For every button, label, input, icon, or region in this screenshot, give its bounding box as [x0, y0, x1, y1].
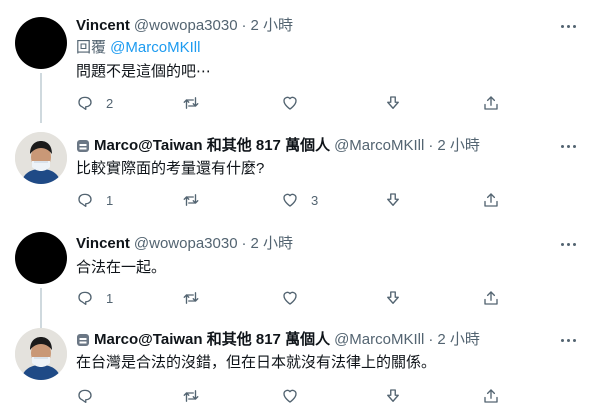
download-button[interactable] [384, 386, 402, 406]
reply-button[interactable]: 2 [76, 93, 113, 113]
reply-button[interactable]: 1 [76, 288, 113, 308]
reply-icon [78, 96, 92, 111]
share-icon [484, 389, 498, 403]
avatar[interactable] [15, 132, 67, 184]
tweet-text: 合法在一起。 [76, 259, 167, 276]
thread-line [40, 73, 42, 123]
tweet-actions: 1 3 [76, 190, 506, 210]
separator: · [428, 331, 434, 348]
timestamp[interactable]: 2 小時 [251, 16, 294, 36]
reply-context: 回覆 @MarcoMKIll [76, 38, 200, 58]
retweet-button[interactable] [182, 190, 212, 210]
author-handle[interactable]: @wowopa3030 [134, 234, 238, 254]
mention-link[interactable]: @MarcoMKIll [110, 39, 200, 56]
download-icon [387, 193, 399, 206]
tweet-header: Marco@Taiwan 和其他 817 萬個人 @MarcoMKIll · 2… [76, 136, 480, 156]
author-name[interactable]: Vincent [76, 234, 130, 254]
share-button[interactable] [482, 93, 500, 113]
separator: · [428, 137, 434, 154]
like-button[interactable]: 3 [281, 190, 318, 210]
heart-icon [283, 291, 297, 305]
timestamp[interactable]: 2 小時 [437, 330, 480, 350]
reply-count: 2 [106, 95, 114, 111]
separator: · [241, 235, 247, 252]
download-button[interactable] [384, 93, 402, 113]
heart-icon [283, 193, 297, 207]
reply-count: 1 [106, 192, 114, 208]
download-icon [387, 291, 399, 304]
tweet-actions: 1 [76, 288, 506, 308]
reply-icon [78, 389, 92, 404]
share-button[interactable] [482, 288, 500, 308]
tweet-1[interactable]: Vincent @wowopa3030 · 2 小時 回覆 @MarcoMKIl… [0, 10, 596, 123]
retweet-icon [183, 194, 199, 206]
share-icon [484, 96, 498, 110]
timestamp[interactable]: 2 小時 [437, 136, 480, 156]
reply-count: 1 [106, 290, 114, 306]
tweet-header: Vincent @wowopa3030 · 2 小時 [76, 234, 293, 254]
more-icon[interactable] [558, 332, 578, 348]
share-icon [484, 193, 498, 207]
avatar[interactable] [15, 17, 67, 69]
tweet-actions [76, 386, 506, 406]
more-icon[interactable] [558, 138, 578, 154]
like-button[interactable] [281, 288, 311, 308]
author-name[interactable]: Marco@Taiwan 和其他 817 萬個人 [94, 136, 330, 156]
tweet-actions: 2 [76, 93, 506, 113]
tweet-header: Marco@Taiwan 和其他 817 萬個人 @MarcoMKIll · 2… [76, 330, 480, 350]
avatar[interactable] [15, 232, 67, 284]
retweet-button[interactable] [182, 288, 212, 308]
author-handle[interactable]: @wowopa3030 [134, 16, 238, 36]
robot-icon [77, 334, 89, 346]
retweet-button[interactable] [182, 93, 212, 113]
retweet-icon [183, 390, 199, 402]
like-count: 3 [311, 192, 319, 208]
download-button[interactable] [384, 190, 402, 210]
separator: · [241, 17, 247, 34]
tweet-header: Vincent @wowopa3030 · 2 小時 [76, 16, 293, 36]
author-handle[interactable]: @MarcoMKIll [334, 136, 424, 156]
avatar-photo [15, 132, 67, 184]
avatar[interactable] [15, 328, 67, 380]
retweet-icon [183, 292, 199, 304]
timestamp[interactable]: 2 小時 [251, 234, 294, 254]
retweet-button[interactable] [182, 386, 212, 406]
heart-icon [283, 96, 297, 110]
reply-icon [78, 291, 92, 306]
download-icon [387, 389, 399, 402]
download-icon [387, 96, 399, 109]
like-button[interactable] [281, 386, 311, 406]
share-button[interactable] [482, 190, 500, 210]
share-button[interactable] [482, 386, 500, 406]
reply-icon [78, 193, 92, 208]
reply-prefix: 回覆 [76, 39, 111, 56]
author-name[interactable]: Marco@Taiwan 和其他 817 萬個人 [94, 330, 330, 350]
tweet-3[interactable]: Vincent @wowopa3030 · 2 小時 合法在一起。 1 [0, 228, 596, 330]
retweet-icon [183, 97, 199, 109]
tweet-2[interactable]: Marco@Taiwan 和其他 817 萬個人 @MarcoMKIll · 2… [0, 130, 596, 220]
reply-button[interactable]: 1 [76, 190, 113, 210]
more-icon[interactable] [558, 236, 578, 252]
author-handle[interactable]: @MarcoMKIll [334, 330, 424, 350]
avatar-photo [15, 328, 67, 380]
download-button[interactable] [384, 288, 402, 308]
heart-icon [283, 389, 297, 403]
reply-button[interactable] [76, 386, 106, 406]
tweet-4[interactable]: Marco@Taiwan 和其他 817 萬個人 @MarcoMKIll · 2… [0, 324, 596, 416]
robot-icon [77, 140, 89, 152]
tweet-text: 比較實際面的考量還有什麼? [76, 160, 265, 177]
author-name[interactable]: Vincent [76, 16, 130, 36]
tweet-text: 問題不是這個的吧⋯ [76, 63, 212, 80]
share-icon [484, 291, 498, 305]
tweet-text: 在台灣是合法的沒錯，但在日本就沒有法律上的關係。 [76, 354, 437, 371]
like-button[interactable] [281, 93, 311, 113]
more-icon[interactable] [558, 18, 578, 34]
